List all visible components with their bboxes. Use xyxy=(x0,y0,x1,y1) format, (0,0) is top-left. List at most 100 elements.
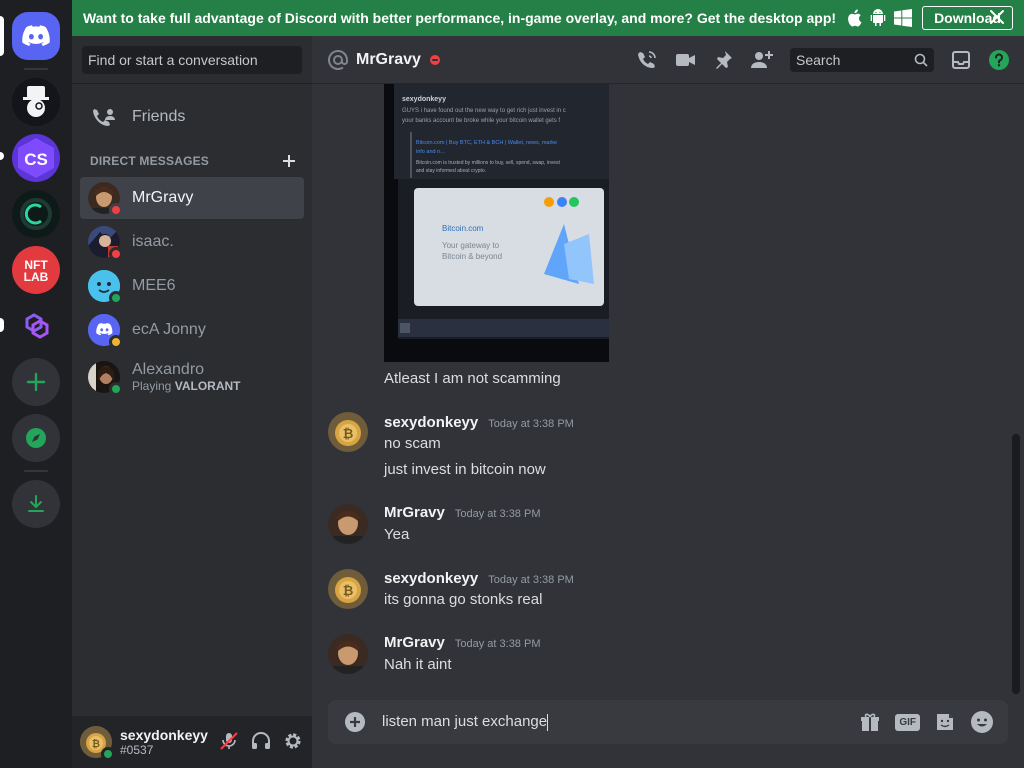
message-text: Atleast I am not scamming xyxy=(384,370,561,387)
avatar-image-icon xyxy=(328,634,368,674)
message-author[interactable]: MrGravy xyxy=(384,504,445,521)
dm-item-mrgravy[interactable]: MrGravy xyxy=(80,177,304,219)
message-author[interactable]: MrGravy xyxy=(384,634,445,651)
dm-name: MrGravy xyxy=(132,189,194,206)
message-avatar[interactable] xyxy=(328,504,368,544)
message-text: its gonna go stonks real xyxy=(384,591,543,608)
upload-plus-icon[interactable] xyxy=(344,711,366,733)
add-friend-to-dm-icon[interactable] xyxy=(750,49,774,71)
windows-icon xyxy=(894,9,913,27)
message-author[interactable]: sexydonkeyy xyxy=(384,414,478,431)
dm-item-isaac[interactable]: isaac. xyxy=(80,221,304,263)
dnd-status-icon xyxy=(429,54,440,65)
avatar-image-icon xyxy=(328,504,368,544)
server-monopoly[interactable] xyxy=(12,78,60,126)
message-timestamp: Today at 3:38 PM xyxy=(454,638,541,650)
server-rail: CS NFT LAB xyxy=(0,0,72,768)
message-avatar[interactable]: ₿ xyxy=(328,569,368,609)
direct-messages-label: DIRECT MESSAGES xyxy=(90,154,210,168)
image-attachment[interactable]: sexydonkeyy GUYS i have found out the ne… xyxy=(384,84,609,362)
dm-name: isaac. xyxy=(132,233,174,250)
unread-pill-2 xyxy=(0,318,4,332)
download-icon xyxy=(28,495,44,512)
composer-toolbar: GIF xyxy=(859,710,994,734)
status-online xyxy=(109,291,123,305)
friends-nav-item[interactable]: Friends xyxy=(80,96,304,138)
selected-pill xyxy=(0,16,4,56)
emoji-icon[interactable] xyxy=(970,710,994,734)
message-avatar[interactable] xyxy=(328,634,368,674)
activity-game: VALORANT xyxy=(174,379,241,393)
message-text: Yea xyxy=(384,526,410,543)
polygon-icon xyxy=(25,313,49,339)
at-sign-icon xyxy=(328,49,348,70)
gif-button[interactable]: GIF xyxy=(895,713,920,731)
photo-link-title: Bitcoin.com | Buy BTC, ETH & BCH | Walle… xyxy=(416,140,557,146)
video-call-icon[interactable] xyxy=(674,49,696,71)
android-icon xyxy=(870,9,886,26)
status-dnd xyxy=(109,203,123,217)
add-server-button[interactable] xyxy=(12,358,60,406)
headphones-icon[interactable] xyxy=(250,730,272,752)
message-scrollbar[interactable] xyxy=(1012,434,1020,694)
plus-icon xyxy=(26,372,46,392)
dm-item-alexandro[interactable]: Alexandro Playing VALORANT xyxy=(80,353,304,401)
photo-site-logo: Bitcoin.com xyxy=(442,224,484,233)
friends-icon xyxy=(93,109,115,126)
cs-initials: CS xyxy=(24,150,48,169)
header-search-input[interactable]: Search xyxy=(790,48,934,72)
search-placeholder: Search xyxy=(796,52,841,68)
photo-caption-1: GUYS i have found out the new way to get… xyxy=(402,108,566,114)
server-polygon[interactable] xyxy=(12,302,60,350)
photo-link-title-2: info and n... xyxy=(416,149,445,155)
server-cs[interactable]: CS xyxy=(12,134,60,182)
message-avatar[interactable]: ₿ xyxy=(328,412,368,452)
message-timestamp: Today at 3:38 PM xyxy=(488,418,574,430)
home-button[interactable] xyxy=(12,12,60,60)
inbox-icon[interactable] xyxy=(950,49,972,71)
download-apps-button[interactable] xyxy=(12,480,60,528)
dm-item-mee6[interactable]: MEE6 xyxy=(80,265,304,307)
message-input[interactable]: listen man just exchange xyxy=(382,713,802,731)
message-text: no scam xyxy=(384,435,441,452)
avatar xyxy=(88,226,123,261)
rail-separator xyxy=(24,68,48,70)
dm-item-eca-jonny[interactable]: ecA Jonny xyxy=(80,309,304,351)
settings-gear-icon[interactable] xyxy=(282,730,304,752)
user-avatar[interactable]: ₿ xyxy=(80,726,115,761)
create-dm-icon[interactable] xyxy=(282,154,296,168)
pin-icon[interactable] xyxy=(712,49,734,71)
user-info: sexydonkeyy #0537 xyxy=(120,727,208,757)
dm-name: MEE6 xyxy=(132,277,176,294)
dm-activity: Playing VALORANT xyxy=(132,379,240,393)
gift-icon[interactable] xyxy=(859,711,881,733)
help-icon[interactable] xyxy=(988,49,1010,71)
message-author[interactable]: sexydonkeyy xyxy=(384,570,478,587)
close-icon[interactable] xyxy=(988,8,1006,26)
apple-icon xyxy=(848,9,862,27)
server-nft-lab[interactable]: NFT LAB xyxy=(12,246,60,294)
photo-link-desc-2: and stay informed about crypto. xyxy=(416,168,486,174)
message-header: sexydonkeyy Today at 3:38 PM xyxy=(384,570,574,587)
status-idle xyxy=(109,335,123,349)
photo-site-tagline-2: Bitcoin & beyond xyxy=(442,252,502,261)
bitcoin-avatar-icon: ₿ xyxy=(328,412,368,452)
svg-text:LAB: LAB xyxy=(24,270,49,284)
avatar xyxy=(88,314,123,349)
screen-photo-image: sexydonkeyy GUYS i have found out the ne… xyxy=(384,84,609,362)
discord-logo-icon xyxy=(22,25,50,46)
explore-servers-button[interactable] xyxy=(12,414,60,462)
dm-search-input[interactable]: Find or start a conversation xyxy=(82,46,302,74)
rail-separator-2 xyxy=(24,470,48,472)
server-c-coin[interactable] xyxy=(12,190,60,238)
sticker-icon[interactable] xyxy=(934,711,956,733)
compass-icon xyxy=(26,428,46,448)
bitcoin-avatar-icon: ₿ xyxy=(328,569,368,609)
message-text: just invest in bitcoin now xyxy=(384,461,546,478)
svg-text:₿: ₿ xyxy=(343,426,354,441)
mic-muted-icon[interactable] xyxy=(218,730,240,752)
message-header: MrGravy Today at 3:38 PM xyxy=(384,504,540,521)
voice-call-icon[interactable] xyxy=(636,49,658,71)
header-toolbar: Search xyxy=(636,48,1010,72)
message-text: Nah it aint xyxy=(384,656,452,673)
